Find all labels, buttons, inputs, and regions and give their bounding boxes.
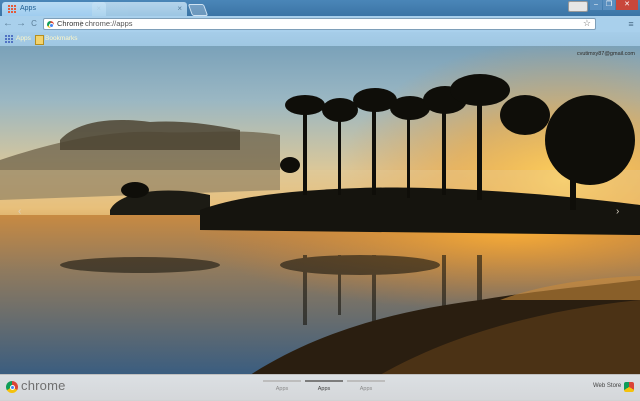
tab-background[interactable]: × [92,2,187,16]
web-store-link[interactable]: Web Store [593,383,621,389]
close-tab-icon[interactable]: × [177,2,182,16]
page-switcher-2[interactable]: Apps [305,380,343,396]
apps-grid-icon [5,35,13,43]
maximize-button[interactable]: ❐ [603,0,615,10]
page-indicator-bar [347,380,385,382]
toolbar: ← → C Chrome | chrome://apps ☆ ≡ [0,16,640,32]
bookmark-label: Bookmarks [45,35,78,42]
next-page-arrow-icon[interactable]: › [616,206,619,217]
page-label: Apps [275,386,289,392]
background-landscape-image [0,0,640,400]
page-indicator-bar [305,380,343,382]
chrome-logo-icon [6,381,18,393]
prev-page-arrow-icon[interactable]: ‹ [18,206,21,217]
chrome-page-icon [47,21,54,28]
forward-icon[interactable]: → [15,17,27,31]
page-indicator-bar [263,380,301,382]
chrome-brand-text: chrome [21,378,66,393]
bookmark-label: Apps [16,35,31,42]
account-email[interactable]: cvutimxy87@gmail.com [577,51,635,57]
new-tab-button[interactable] [187,4,209,16]
folder-icon [35,35,44,45]
page-switcher-1[interactable]: Apps [263,380,301,396]
tab-label: Apps [20,5,36,12]
close-window-button[interactable]: ✕ [616,0,638,10]
apps-grid-icon [8,5,16,13]
tab-strip: Apps × × – ❐ ✕ [0,0,640,16]
bookmark-star-icon[interactable]: ☆ [583,18,591,28]
omnibox[interactable]: Chrome | chrome://apps ☆ [43,18,596,30]
user-profile-button[interactable] [568,1,588,12]
page-label: Apps [317,386,331,392]
bookmark-apps[interactable]: Apps [5,32,31,46]
reload-icon[interactable]: C [28,17,40,31]
back-icon[interactable]: ← [2,17,14,31]
apps-footer: chrome Apps Apps Apps Web Store [0,374,640,401]
tab-apps[interactable]: Apps × [2,2,106,16]
omnibox-url[interactable]: chrome://apps [85,19,133,29]
page-switcher-3[interactable]: Apps [347,380,385,396]
menu-icon[interactable]: ≡ [626,17,636,31]
bookmarks-bar: Apps Bookmarks [0,32,640,46]
bookmark-folder[interactable]: Bookmarks [35,32,78,46]
web-store-icon[interactable] [624,382,634,392]
page-label: Apps [359,386,373,392]
omnibox-separator: | [80,19,82,28]
minimize-button[interactable]: – [590,0,602,10]
